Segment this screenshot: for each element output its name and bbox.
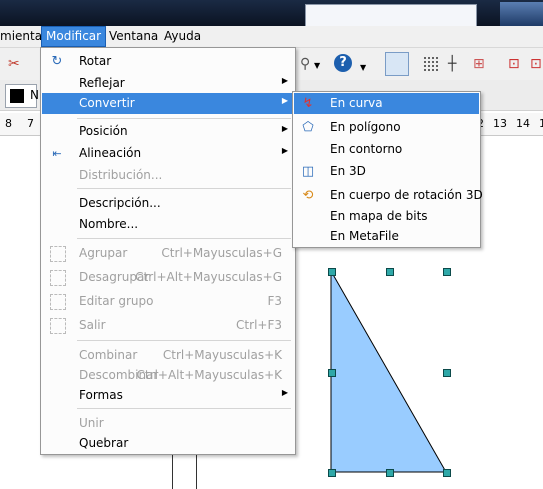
menu-item-quebrar[interactable]: Quebrar	[42, 433, 294, 454]
menu-item-label: Nombre...	[79, 217, 139, 231]
submenu-item-label: En curva	[330, 96, 383, 110]
menu-item-shortcut: Ctrl+Mayusculas+K	[162, 348, 282, 362]
menu-item-label: Quebrar	[79, 436, 129, 450]
selection-handle[interactable]	[328, 369, 336, 377]
menu-item-convertir[interactable]: Convertir ▶	[42, 93, 294, 114]
edit-group-icon	[50, 294, 66, 310]
menu-item-nombre[interactable]: Nombre...	[42, 214, 294, 235]
align-icon: ⇤	[52, 147, 62, 160]
submenu-item-label: En contorno	[330, 142, 403, 156]
submenu-item-en-poligono[interactable]: ⬠ En polígono	[294, 117, 479, 138]
menu-item-label: Rotar	[79, 54, 112, 68]
menu-item-rotar[interactable]: ↻ Rotar	[42, 51, 294, 72]
submenu-arrow-icon: ▶	[281, 388, 288, 397]
selection-handle[interactable]	[386, 469, 394, 477]
menu-item-label: Posición	[79, 124, 128, 138]
menu-item-shortcut: Ctrl+F3	[236, 318, 282, 332]
selection-handle[interactable]	[328, 268, 336, 276]
ungroup-icon	[50, 270, 66, 286]
convertir-submenu: ↯ En curva ⬠ En polígono En contorno ◫ E…	[292, 91, 483, 248]
menu-item-distribucion[interactable]: Distribución...	[42, 165, 294, 186]
submenu-item-label: En cuerpo de rotación 3D	[330, 188, 483, 202]
selection-handle[interactable]	[443, 369, 451, 377]
menu-item-label: Distribución...	[79, 168, 163, 182]
menu-item-editar-grupo[interactable]: Editar grupo F3	[42, 291, 294, 312]
menu-item-shortcut: F3	[267, 294, 282, 308]
menu-item-label: Formas	[79, 388, 123, 402]
menu-item-salir[interactable]: Salir Ctrl+F3	[42, 315, 294, 336]
menu-item-label: Agrupar	[79, 246, 128, 260]
menu-item-reflejar[interactable]: Reflejar ▶	[42, 73, 294, 94]
menu-item-alineacion[interactable]: ⇤ Alineación ▶	[42, 143, 294, 164]
menu-separator	[77, 118, 291, 119]
menu-item-label: Combinar	[79, 348, 138, 362]
curve-icon: ↯	[302, 96, 314, 111]
group-icon	[50, 246, 66, 262]
menu-separator	[77, 188, 291, 189]
menu-item-shortcut: Ctrl+Mayusculas+G	[161, 246, 282, 260]
menu-item-label: Alineación	[79, 146, 142, 160]
cube-3d-icon: ◫	[301, 164, 315, 179]
menu-item-shortcut: Ctrl+Alt+Mayusculas+G	[135, 270, 282, 284]
submenu-item-label: En MetaFile	[330, 229, 399, 243]
menu-item-label: Descripción...	[79, 196, 161, 210]
modificar-menu: ↻ Rotar Reflejar ▶ Convertir ▶ Posición …	[40, 47, 296, 455]
triangle-shape[interactable]	[330, 269, 447, 473]
menu-separator	[77, 408, 291, 409]
menu-item-desagrupar[interactable]: Desagrupar Ctrl+Alt+Mayusculas+G	[42, 267, 294, 288]
menu-item-label: Unir	[79, 416, 104, 430]
submenu-item-en-contorno[interactable]: En contorno	[294, 139, 479, 160]
menu-item-label: Convertir	[79, 96, 135, 110]
submenu-arrow-icon: ▶	[281, 146, 288, 155]
submenu-arrow-icon: ▶	[281, 124, 288, 133]
menu-item-label: Editar grupo	[79, 294, 154, 308]
menu-item-descombinar[interactable]: Descombinar Ctrl+Alt+Mayusculas+K	[42, 365, 294, 386]
polygon-icon: ⬠	[302, 120, 314, 135]
submenu-item-en-cuerpo-rotacion[interactable]: ⟲ En cuerpo de rotación 3D	[294, 185, 483, 206]
submenu-item-label: En polígono	[330, 120, 401, 134]
submenu-item-en-metafile[interactable]: En MetaFile	[294, 226, 479, 247]
menu-item-formas[interactable]: Formas ▶	[42, 385, 294, 406]
selection-handle[interactable]	[443, 469, 451, 477]
menu-item-agrupar[interactable]: Agrupar Ctrl+Mayusculas+G	[42, 243, 294, 264]
menu-item-label: Salir	[79, 318, 106, 332]
menu-item-descripcion[interactable]: Descripción...	[42, 193, 294, 214]
submenu-arrow-icon: ▶	[281, 76, 288, 85]
selection-handle[interactable]	[328, 469, 336, 477]
submenu-item-label: En 3D	[330, 164, 366, 178]
selection-handle[interactable]	[386, 268, 394, 276]
menu-item-label: Reflejar	[79, 76, 125, 90]
menu-item-shortcut: Ctrl+Alt+Mayusculas+K	[136, 368, 282, 382]
submenu-item-en-curva[interactable]: ↯ En curva	[294, 93, 479, 114]
rotate-icon: ↻	[51, 54, 63, 69]
menu-item-unir[interactable]: Unir	[42, 413, 294, 434]
submenu-item-en-3d[interactable]: ◫ En 3D	[294, 161, 479, 182]
submenu-item-en-mapa-de-bits[interactable]: En mapa de bits	[294, 206, 479, 227]
menu-separator	[77, 238, 291, 239]
selection-handle[interactable]	[443, 268, 451, 276]
menu-item-posicion[interactable]: Posición ▶	[42, 121, 294, 142]
menu-item-combinar[interactable]: Combinar Ctrl+Mayusculas+K	[42, 345, 294, 366]
exit-group-icon	[50, 318, 66, 334]
menu-separator	[77, 340, 291, 341]
rotation-body-icon: ⟲	[302, 188, 314, 203]
submenu-arrow-icon: ▶	[281, 96, 288, 105]
submenu-item-label: En mapa de bits	[330, 209, 428, 223]
